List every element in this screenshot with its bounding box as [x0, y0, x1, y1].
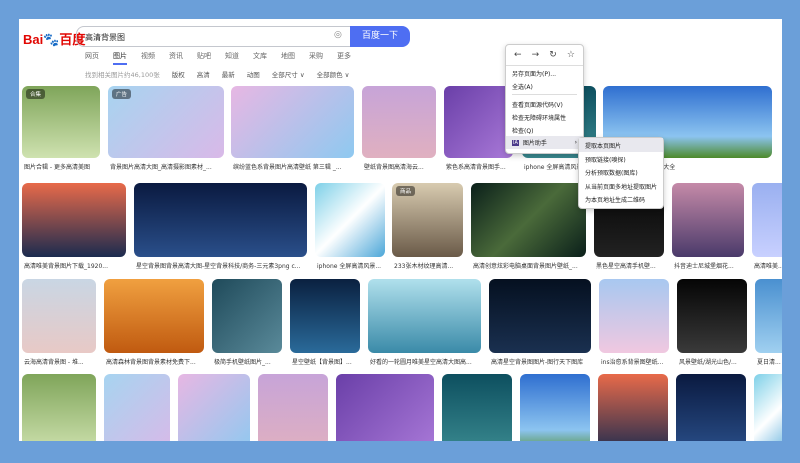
image-caption[interactable]: 极简手机壁纸图片_... — [214, 357, 284, 366]
image-thumbnail[interactable] — [444, 86, 513, 158]
menu-save-page[interactable]: 另存页面为(P)... — [506, 66, 583, 79]
image-caption[interactable]: 星空壁纸【背景图】... — [292, 357, 362, 366]
filter-2[interactable]: 最新 — [222, 69, 235, 79]
image-thumbnail[interactable] — [336, 374, 434, 441]
image-caption[interactable]: 高清唯美背景图片下载_1920... — [24, 261, 128, 270]
tab-7[interactable]: 地图 — [281, 51, 295, 65]
baidu-image-search-page: Bai🐾百度 高清背景图 ◎ 百度一下 网页 图片 视频 资讯 贴吧 知道 文库 地图 采购 更多… — [19, 19, 782, 441]
image-assistant-submenu: 提取本页图片 预取链接(嗅探) 分析预取数据(图库) 从当前页面多地址提取图片 … — [578, 137, 664, 209]
image-caption[interactable]: 图片合辑 - 更多高清美图 — [24, 162, 102, 171]
image-assistant-icon: IA — [512, 139, 519, 146]
image-thumbnail[interactable]: 广告 — [108, 86, 224, 158]
filter-4[interactable]: 全部尺寸 ∨ — [272, 69, 305, 79]
filter-3[interactable]: 动图 — [247, 69, 260, 79]
image-thumbnail[interactable] — [599, 279, 669, 353]
image-caption[interactable]: 夏日清... — [757, 357, 782, 366]
image-thumbnail[interactable] — [134, 183, 307, 257]
image-thumbnail[interactable] — [676, 374, 746, 441]
image-thumbnail[interactable] — [22, 374, 96, 441]
filter-1[interactable]: 高清 — [197, 69, 210, 79]
image-thumbnail[interactable] — [754, 374, 782, 441]
image-thumbnail[interactable] — [178, 374, 250, 441]
image-thumbnail[interactable] — [677, 279, 747, 353]
back-icon[interactable]: ← — [514, 50, 522, 60]
tab-9[interactable]: 更多 — [337, 51, 351, 65]
tab-0[interactable]: 网页 — [85, 51, 99, 65]
submenu-qr-code[interactable]: 为本页地址生成二维码 — [579, 192, 663, 206]
menu-label: 图片助手 — [522, 140, 547, 147]
image-caption[interactable]: 抖音迪士尼城堡烟花... — [674, 261, 746, 270]
image-thumbnail[interactable] — [368, 279, 481, 353]
bookmark-star-icon[interactable]: ☆ — [567, 50, 575, 60]
tab-3[interactable]: 资讯 — [169, 51, 183, 65]
image-caption[interactable]: 星空背景图背景高清大图-星空背景科技/商务-三元素3png c... — [136, 261, 309, 270]
image-thumbnail[interactable] — [489, 279, 591, 353]
image-thumbnail[interactable] — [104, 279, 204, 353]
filter-bar: 找到相关图片约46,100张 版权 高清 最新 动图 全部尺寸 ∨ 全部颜色 ∨ — [85, 69, 349, 79]
tab-8[interactable]: 采购 — [309, 51, 323, 65]
menu-image-assistant[interactable]: IA 图片助手 › — [506, 136, 583, 149]
tab-4[interactable]: 贴吧 — [197, 51, 211, 65]
submenu-extract-images[interactable]: 提取本页图片 — [579, 138, 663, 152]
image-caption[interactable]: 高清唯美... — [754, 261, 782, 270]
search-input[interactable]: 高清背景图 — [76, 26, 350, 47]
image-thumbnail[interactable]: 合集 — [22, 86, 100, 158]
image-thumbnail[interactable] — [520, 374, 590, 441]
image-thumbnail[interactable] — [362, 86, 436, 158]
image-caption[interactable]: 高清创意炫彩电脑桌面背景图片壁纸_... — [473, 261, 588, 270]
tab-5[interactable]: 知道 — [225, 51, 239, 65]
tab-6[interactable]: 文库 — [253, 51, 267, 65]
search-tabs: 网页 图片 视频 资讯 贴吧 知道 文库 地图 采购 更多 — [85, 51, 351, 65]
image-thumbnail[interactable] — [212, 279, 282, 353]
image-thumbnail[interactable] — [598, 374, 668, 441]
image-caption[interactable]: 黑色星空高清手机壁... — [596, 261, 666, 270]
image-caption[interactable]: 云海高清背景图 - 堆... — [24, 357, 98, 366]
badge-collection: 合集 — [26, 89, 46, 99]
image-thumbnail[interactable] — [22, 183, 126, 257]
menu-accessibility[interactable]: 检查无障碍环境属性 — [506, 110, 583, 123]
image-thumbnail[interactable] — [104, 374, 170, 441]
image-thumbnail[interactable] — [315, 183, 385, 257]
tab-1[interactable]: 图片 — [113, 51, 127, 65]
image-thumbnail[interactable] — [22, 279, 96, 353]
image-thumbnail[interactable]: 商品 — [392, 183, 463, 257]
image-caption[interactable]: 风景壁纸/湖光山色/... — [679, 357, 749, 366]
menu-view-source[interactable]: 查看页面源代码(V) — [506, 97, 583, 110]
camera-icon[interactable]: ◎ — [334, 30, 342, 40]
image-caption[interactable]: 背景图片高清大图_高清摄影图素材_... — [110, 162, 226, 171]
image-thumbnail[interactable] — [755, 279, 782, 353]
menu-select-all[interactable]: 全选(A) — [506, 79, 583, 92]
search-button[interactable]: 百度一下 — [350, 26, 410, 47]
image-caption[interactable]: 缤纷蓝色系背景图片高清壁纸 第三辑 _... — [233, 162, 356, 171]
tab-2[interactable]: 视频 — [141, 51, 155, 65]
image-caption[interactable]: 高清森林背景图背景素材免费下... — [106, 357, 206, 366]
image-caption[interactable]: 紫色系高清背景图手... — [446, 162, 515, 171]
submenu-multi-address[interactable]: 从当前页面多地址提取图片 — [579, 179, 663, 193]
image-thumbnail[interactable] — [231, 86, 354, 158]
image-caption[interactable]: 高清星空背景图图片-图行天下图库 — [491, 357, 593, 366]
image-thumbnail[interactable] — [672, 183, 744, 257]
filter-0[interactable]: 版权 — [172, 69, 185, 79]
badge-store: 商品 — [396, 186, 416, 196]
image-thumbnail[interactable] — [752, 183, 782, 257]
badge-ad: 广告 — [112, 89, 132, 99]
image-caption[interactable]: iphone 全屏高清风景... — [317, 261, 387, 270]
menu-inspect[interactable]: 检查(Q) — [506, 123, 583, 136]
image-caption[interactable]: 壁纸背景图高清海云... — [364, 162, 438, 171]
reload-icon[interactable]: ↻ — [549, 50, 557, 60]
filter-5[interactable]: 全部颜色 ∨ — [317, 69, 350, 79]
image-thumbnail[interactable] — [258, 374, 328, 441]
submenu-analyze-data[interactable]: 分析预取数据(图库) — [579, 165, 663, 179]
result-count: 找到相关图片约46,100张 — [85, 71, 160, 79]
image-caption[interactable]: 233张木材纹理高清... — [394, 261, 465, 270]
image-thumbnail[interactable] — [442, 374, 512, 441]
image-caption[interactable]: 好看的一轮圆月唯美星空高清大图高... — [370, 357, 483, 366]
image-caption[interactable]: ins治愈系背景图壁纸... — [601, 357, 671, 366]
image-thumbnail[interactable] — [471, 183, 586, 257]
context-menu: ← → ↻ ☆ 另存页面为(P)... 全选(A) 查看页面源代码(V) 检查无… — [505, 44, 584, 154]
chevron-right-icon: › — [574, 139, 577, 146]
image-thumbnail[interactable] — [290, 279, 360, 353]
forward-icon[interactable]: → — [532, 50, 540, 60]
submenu-prefetch-links[interactable]: 预取链接(嗅探) — [579, 152, 663, 166]
